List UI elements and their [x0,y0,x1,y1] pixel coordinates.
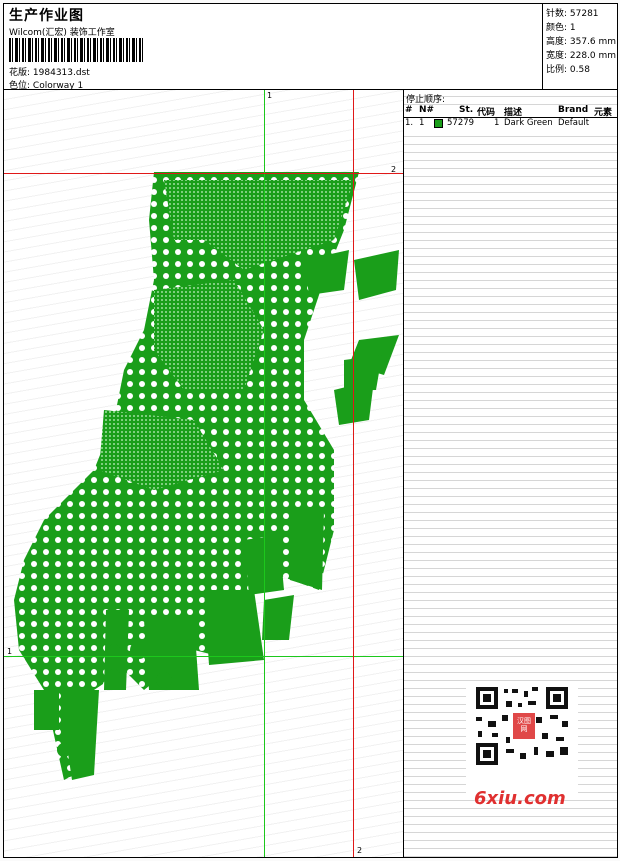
stat-width: 宽度: 228.0 mm [546,51,617,61]
row-index: 1. [405,118,414,128]
row-needle: 1 [419,118,425,128]
col-needle: N# [419,105,435,115]
col-brand: Brand [558,105,589,115]
row-description: Dark Green [504,118,553,128]
stats-panel: 针数: 57281 颜色: 1 高度: 357.6 mm 宽度: 228.0 m… [542,4,617,90]
sequence-title: 停止顺序: [406,95,446,105]
guide-h2-line [4,173,403,174]
header-panel: 生产作业图 Wilcom(汇宏) 装饰工作室 花版: 1984313.dst 色… [4,4,617,91]
design-file: 1984313.dst [32,68,90,78]
stat-colors: 颜色: 1 [546,23,576,33]
guide-v1-line [264,90,265,857]
col-index: # [405,105,413,115]
guide-h1-line [4,656,403,657]
guide-h1-label: 1 [7,647,13,656]
row-stitches: 57279 [447,118,475,128]
design-file-row: 花版: 1984313.dst [9,65,90,78]
color-swatch [434,119,443,128]
sequence-row[interactable]: 1. 1 57279 1 Dark Green Default [404,118,617,130]
page-title: 生产作业图 [9,8,84,24]
watermark-logo: 6xiu.com [474,788,566,809]
col-stitches: St. [459,105,474,115]
guide-v1-label: 1 [267,91,273,100]
barcode [9,38,144,62]
guide-v2-label: 2 [357,846,363,855]
seal-text: 汉图网 [517,717,531,733]
lace-embroidery-preview [14,172,399,780]
stat-scale: 比例: 0.58 [546,65,590,75]
design-canvas[interactable]: 1 1 2 2 [4,90,404,857]
studio-name: Wilcom(汇宏) 装饰工作室 [9,28,115,38]
guide-h2-label: 2 [391,165,397,174]
lace-motif [14,172,399,780]
row-code: 1 [494,118,500,128]
stat-stitches: 针数: 57281 [546,9,599,19]
col-element: 元素 [594,108,613,118]
qr-code-watermark: 汉图网 [466,681,578,797]
stat-height: 高度: 357.6 mm [546,37,617,47]
sequence-header: # N# St. 代码 描述 Brand 元素 [404,105,617,118]
col-code: 代码 [477,108,496,118]
guide-v2-line [353,90,354,857]
row-brand: Default [558,118,590,128]
col-description: 描述 [504,108,523,118]
design-label: 花版: [9,68,31,78]
